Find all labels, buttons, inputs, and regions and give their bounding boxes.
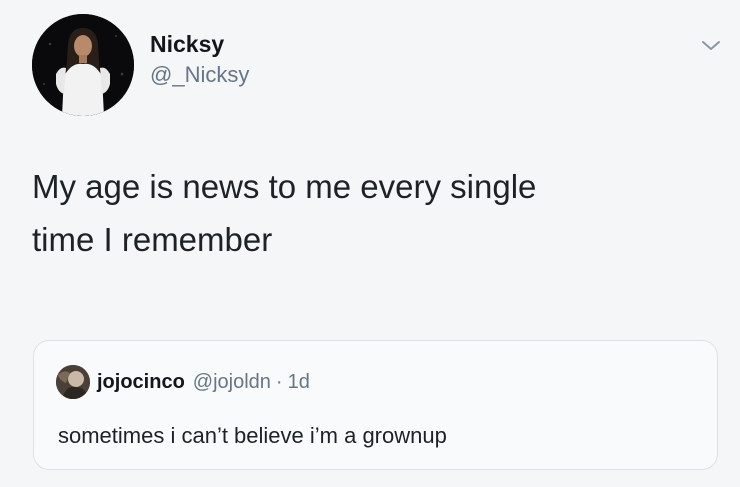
- chevron-down-icon[interactable]: [700, 38, 722, 54]
- author-info[interactable]: Nicksy @_Nicksy: [150, 30, 249, 90]
- quote-author-display-name[interactable]: jojocinco: [97, 371, 185, 394]
- quote-header: jojocinco @jojoldn · 1d: [56, 365, 310, 399]
- quote-separator: ·: [275, 370, 283, 393]
- quote-author-handle[interactable]: @jojoldn: [193, 371, 271, 394]
- avatar-photo: [32, 14, 134, 116]
- quote-timestamp[interactable]: 1d: [288, 371, 310, 394]
- tweet-text: My age is news to me every single time I…: [32, 168, 537, 258]
- quote-author-avatar[interactable]: [56, 365, 90, 399]
- quote-avatar-photo: [56, 365, 90, 399]
- author-display-name[interactable]: Nicksy: [150, 30, 249, 58]
- quote-tweet-text: sometimes i can’t believe i’m a grownup: [58, 423, 447, 448]
- tweet-card: Nicksy @_Nicksy My age is news to me eve…: [0, 0, 740, 487]
- author-avatar[interactable]: [32, 14, 134, 116]
- quote-tweet[interactable]: jojocinco @jojoldn · 1d sometimes i can’…: [33, 340, 718, 470]
- author-handle[interactable]: @_Nicksy: [150, 60, 249, 90]
